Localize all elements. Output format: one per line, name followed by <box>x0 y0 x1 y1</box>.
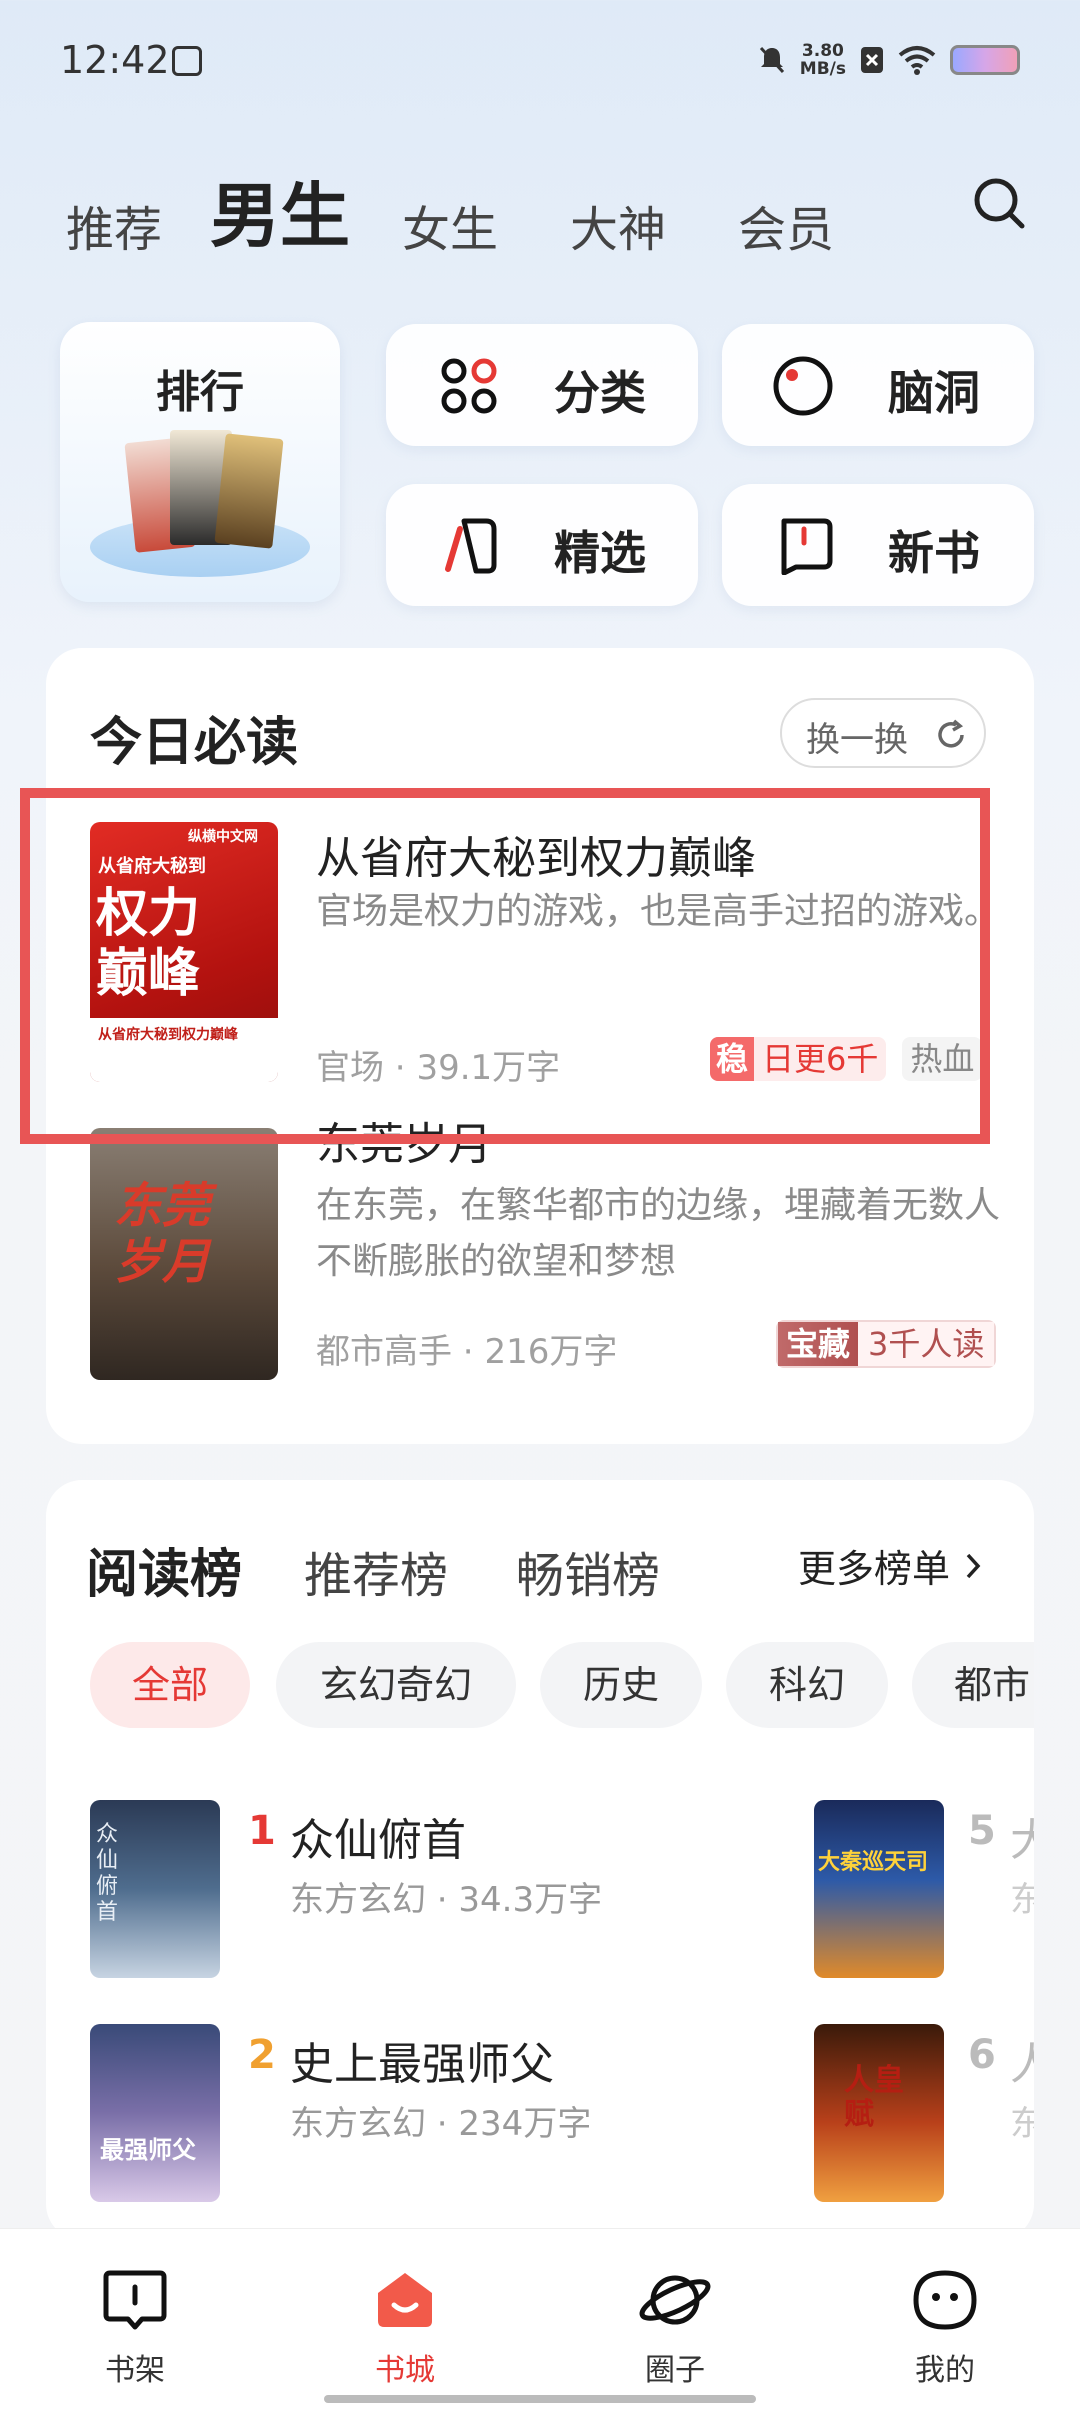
rank-number: 1 <box>248 1808 276 1854</box>
nav-bookstore[interactable]: 书城 <box>305 2269 505 2389</box>
today-book-item[interactable]: 纵横中文网 从省府大秘到 权力巅峰 从省府大秘到权力巅峰 从省府大秘到权力巅峰 … <box>46 822 1034 1112</box>
rank-book-meta: 东方玄幻 · 34.3万字 <box>290 1880 603 1920</box>
notification-icon <box>172 46 202 76</box>
rank-item[interactable]: 大秦巡天司 5 大 东 <box>814 1800 1034 1980</box>
rank-item[interactable]: 人皇赋 6 人 东 <box>814 2024 1034 2204</box>
rank-number: 5 <box>968 1808 996 1854</box>
new-books-icon <box>781 518 833 575</box>
book-title: 东莞岁月 <box>316 1119 492 1170</box>
network-speed: 3.80 MB/s <box>799 41 846 79</box>
rank-entry[interactable]: 排行 <box>60 322 340 602</box>
book-desc: 官场是权力的游戏，也是高手过招的游戏。 <box>316 891 1001 932</box>
status-time: 12:42 <box>60 38 170 82</box>
brain-icon <box>773 356 833 416</box>
nav-circle-label: 圈子 <box>645 2353 705 2388</box>
book-desc: 在东莞，在繁华都市的边缘，埋藏着无数人不断膨胀的欲望和梦想 <box>316 1185 1001 1282</box>
rank-book-meta: 东方玄幻 · 234万字 <box>290 2104 592 2144</box>
tab-reading-rank[interactable]: 阅读榜 <box>86 1532 242 1607</box>
chevron-right-icon <box>966 1553 981 1578</box>
tab-member[interactable]: 会员 <box>738 190 834 260</box>
rank-number: 2 <box>248 2032 276 2078</box>
category-label: 分类 <box>554 366 646 420</box>
rank-label: 排行 <box>156 367 244 418</box>
rank-item[interactable]: 最强师父 2 史上最强师父 东方玄幻 · 234万字 <box>90 2024 790 2204</box>
bookstore-icon <box>378 2273 432 2327</box>
tab-master[interactable]: 大神 <box>570 190 666 260</box>
bookshelf-icon <box>103 2270 167 2330</box>
mute-icon <box>759 46 784 74</box>
tab-bestseller-rank[interactable]: 畅销榜 <box>516 1536 660 1606</box>
nav-bookshelf[interactable]: 书架 <box>35 2269 235 2389</box>
book-title: 从省府大秘到权力巅峰 <box>316 833 756 884</box>
rank-number: 6 <box>968 2032 996 2078</box>
cover-subtitle: 从省府大秘到 <box>98 856 206 877</box>
rank-item[interactable]: 众仙俯首 1 众仙俯首 东方玄幻 · 34.3万字 <box>90 1800 790 1980</box>
nav-bookshelf-label: 书架 <box>105 2353 165 2388</box>
brain-label: 脑洞 <box>888 366 980 420</box>
rank-book-meta: 东 <box>1010 1880 1034 1920</box>
nav-mine[interactable]: 我的 <box>845 2269 1045 2389</box>
battery-icon <box>950 45 1020 75</box>
planet-icon <box>639 2275 711 2325</box>
refresh-icon <box>938 719 964 748</box>
category-entry[interactable]: 分类 <box>386 324 698 446</box>
home-indicator <box>324 2395 756 2403</box>
tab-recommend-rank[interactable]: 推荐榜 <box>304 1536 448 1606</box>
wifi-icon <box>898 46 936 75</box>
book-cover: 人皇赋 <box>814 2024 944 2202</box>
book-category: 都市高手 · 216万字 <box>316 1332 618 1372</box>
rank-book-title: 众仙俯首 <box>290 1815 466 1866</box>
chip-history[interactable]: 历史 <box>540 1642 702 1728</box>
rank-book-cover <box>214 433 284 549</box>
status-icons: 3.80 MB/s <box>758 40 1020 80</box>
today-title: 今日必读 <box>90 713 299 773</box>
tab-male[interactable]: 男生 <box>210 160 350 261</box>
refresh-button[interactable]: 换一换 <box>780 698 986 768</box>
book-cover: 众仙俯首 <box>90 1800 220 1978</box>
cover-logo-text: 纵横中文网 <box>188 829 258 845</box>
book-cover: 最强师父 <box>90 2024 220 2202</box>
nav-circle[interactable]: 圈子 <box>575 2269 775 2389</box>
cover-footer: 从省府大秘到权力巅峰 <box>90 1018 278 1082</box>
more-ranks-link[interactable]: 更多榜单 <box>798 1538 982 1593</box>
nav-mine-label: 我的 <box>915 2353 975 2388</box>
more-ranks-label: 更多榜单 <box>798 1547 951 1591</box>
book-tags: 稳 日更6千 热血 <box>710 1037 983 1081</box>
profile-icon <box>913 2270 977 2330</box>
sim-icon <box>861 47 883 73</box>
update-tag: 稳 日更6千 <box>710 1037 887 1081</box>
brain-entry[interactable]: 脑洞 <box>722 324 1034 446</box>
new-books-entry[interactable]: 新书 <box>722 484 1034 606</box>
new-books-label: 新书 <box>888 526 980 580</box>
chip-fantasy[interactable]: 玄幻奇幻 <box>276 1642 516 1728</box>
popularity-tag: 宝藏 3千人读 <box>776 1320 997 1368</box>
cover-title: 权力巅峰 <box>96 884 201 1004</box>
bottom-nav: 书架 书城 圈子 我的 <box>0 2228 1080 2409</box>
chip-scifi[interactable]: 科幻 <box>726 1642 888 1728</box>
chip-all[interactable]: 全部 <box>90 1642 250 1728</box>
book-category: 官场 · 39.1万字 <box>316 1048 561 1088</box>
today-card: 今日必读 换一换 纵横中文网 从省府大秘到 权力巅峰 从省府大秘到权力巅峰 从省… <box>46 648 1034 1444</box>
rank-book-title: 人 <box>1010 2039 1034 2090</box>
ranking-card: 阅读榜 推荐榜 畅销榜 更多榜单 全部 玄幻奇幻 历史 科幻 都市 众仙俯首 1… <box>46 1480 1034 2240</box>
nav-bookstore-label: 书城 <box>375 2353 435 2388</box>
selected-icon <box>445 518 497 574</box>
selected-label: 精选 <box>554 526 646 580</box>
search-icon[interactable] <box>972 176 1028 232</box>
refresh-label: 换一换 <box>806 720 908 760</box>
today-book-item[interactable]: 东莞岁月 东莞岁月 在东莞，在繁华都市的边缘，埋藏着无数人不断膨胀的欲望和梦想 … <box>46 1119 1034 1398</box>
book-cover: 纵横中文网 从省府大秘到 权力巅峰 从省府大秘到权力巅峰 <box>90 822 278 1082</box>
rank-book-title: 大 <box>1010 1815 1034 1866</box>
genre-tag: 热血 <box>902 1037 983 1081</box>
book-cover: 大秦巡天司 <box>814 1800 944 1978</box>
category-icon <box>441 358 497 414</box>
cover-title: 东莞岁月 <box>114 1178 211 1290</box>
tab-recommend[interactable]: 推荐 <box>66 190 162 260</box>
tab-female[interactable]: 女生 <box>402 190 498 260</box>
selected-entry[interactable]: 精选 <box>386 484 698 606</box>
rank-book-meta: 东 <box>1010 2104 1034 2144</box>
rank-book-title: 史上最强师父 <box>290 2039 554 2090</box>
book-cover: 东莞岁月 <box>90 1128 278 1380</box>
chip-urban[interactable]: 都市 <box>912 1642 1034 1728</box>
